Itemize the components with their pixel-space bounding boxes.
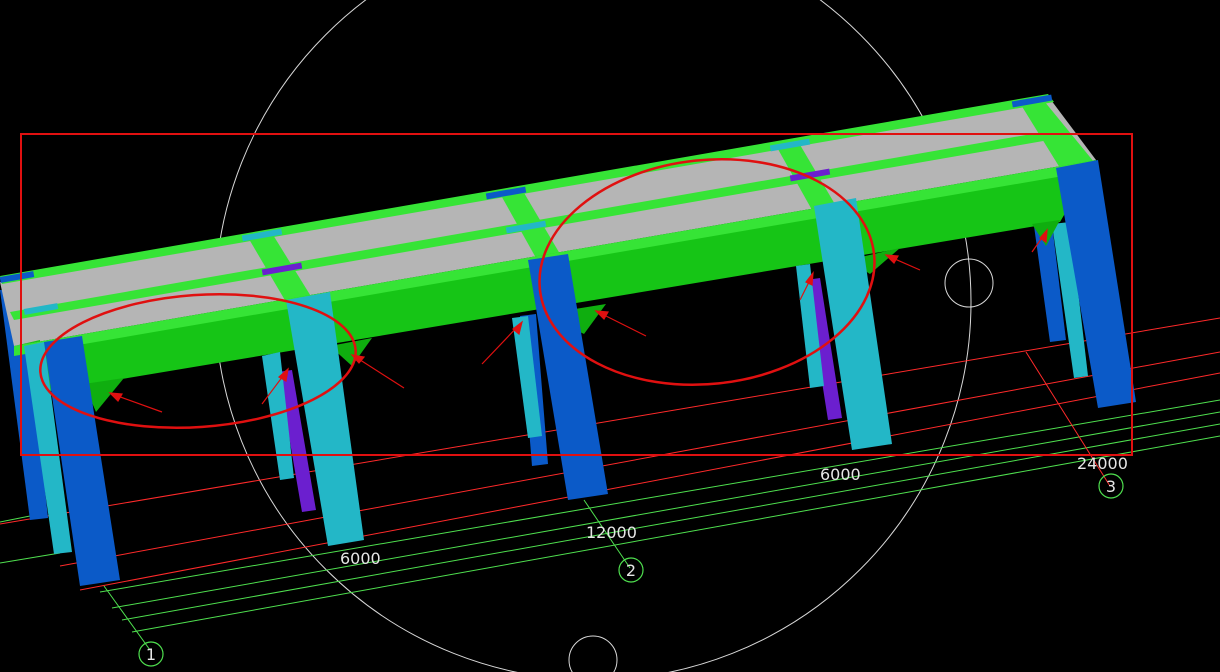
axis-label-2: 2 <box>626 561 636 580</box>
dimension-total-end: 24000 <box>1077 454 1128 473</box>
axis-label-3: 3 <box>1106 477 1116 496</box>
axis-label-1: 1 <box>146 645 156 664</box>
dimension-total-mid: 12000 <box>586 523 637 542</box>
dimension-span-a: 6000 <box>340 549 381 568</box>
3d-model-viewport[interactable]: 6000 12000 6000 24000 1 2 3 <box>0 0 1220 672</box>
dimension-span-b: 6000 <box>820 465 861 484</box>
